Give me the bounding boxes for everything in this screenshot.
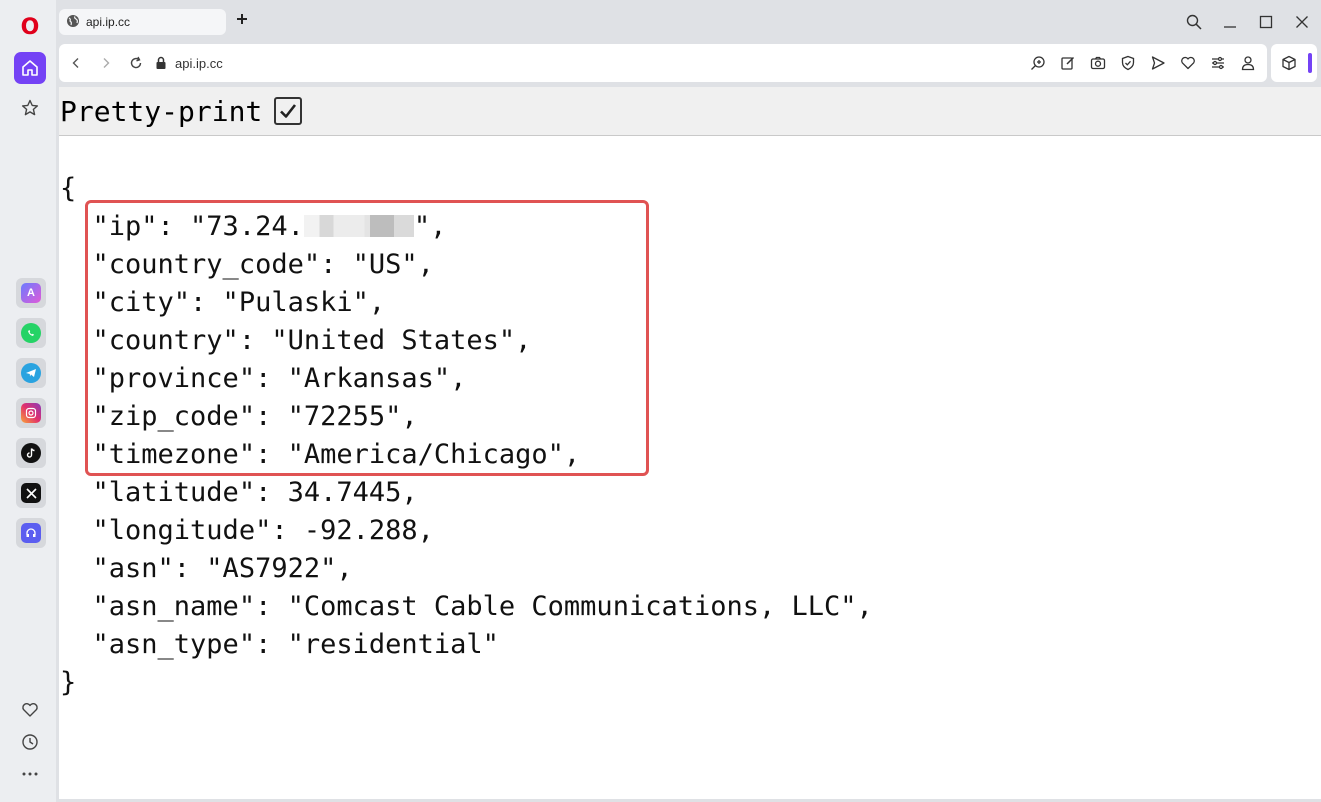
more-options-icon[interactable] bbox=[14, 758, 46, 790]
maximize-button[interactable] bbox=[1254, 10, 1278, 34]
heart-icon[interactable] bbox=[1179, 54, 1197, 72]
tab-title: api.ip.cc bbox=[86, 15, 131, 29]
edit-icon[interactable] bbox=[1059, 54, 1077, 72]
home-icon[interactable] bbox=[14, 52, 46, 84]
globe-icon bbox=[66, 14, 80, 31]
profile-icon[interactable] bbox=[1239, 54, 1257, 72]
pretty-print-bar: Pretty-print bbox=[59, 87, 1321, 136]
whatsapp-icon[interactable] bbox=[16, 318, 46, 348]
lock-icon[interactable] bbox=[151, 48, 171, 78]
sidebar: O A bbox=[0, 0, 56, 802]
pretty-print-label: Pretty-print bbox=[60, 94, 263, 128]
x-icon[interactable] bbox=[16, 478, 46, 508]
pretty-print-checkbox[interactable] bbox=[274, 97, 303, 125]
reload-button[interactable] bbox=[121, 48, 151, 78]
extensions-area bbox=[1271, 44, 1317, 82]
back-button[interactable] bbox=[61, 48, 91, 78]
close-button[interactable] bbox=[1290, 10, 1314, 34]
instagram-icon[interactable] bbox=[16, 398, 46, 428]
json-line-longitude: "longitude": -92.288, bbox=[92, 515, 434, 546]
url-field[interactable]: api.ip.cc bbox=[175, 56, 223, 71]
page-content: Pretty-print { "ip": "73.24. ", "country_… bbox=[59, 87, 1321, 799]
send-icon[interactable] bbox=[1149, 54, 1167, 72]
settings-sliders-icon[interactable] bbox=[1209, 54, 1227, 72]
opera-logo[interactable]: O bbox=[14, 11, 46, 43]
address-bar: api.ip.cc bbox=[59, 44, 1267, 82]
music-player-icon[interactable] bbox=[16, 518, 46, 548]
cube-icon[interactable] bbox=[1280, 54, 1298, 72]
aria-icon[interactable]: A bbox=[16, 278, 46, 308]
address-bar-tools bbox=[1029, 44, 1257, 82]
json-line-asn: "asn": "AS7922", bbox=[92, 553, 353, 584]
camera-icon[interactable] bbox=[1089, 54, 1107, 72]
browser-tab[interactable]: api.ip.cc bbox=[59, 9, 226, 35]
zoom-icon[interactable] bbox=[1029, 54, 1047, 72]
search-icon[interactable] bbox=[1182, 10, 1206, 34]
highlight-box bbox=[85, 200, 649, 476]
clock-icon[interactable] bbox=[14, 726, 46, 758]
telegram-icon[interactable] bbox=[16, 358, 46, 388]
minimize-button[interactable] bbox=[1218, 10, 1242, 34]
forward-button[interactable] bbox=[91, 48, 121, 78]
tiktok-icon[interactable] bbox=[16, 438, 46, 468]
shield-icon[interactable] bbox=[1119, 54, 1137, 72]
new-tab-button[interactable] bbox=[236, 12, 248, 30]
json-line-asn-type: "asn_type": "residential" bbox=[92, 629, 499, 660]
json-close-brace: } bbox=[60, 667, 77, 698]
json-line-latitude: "latitude": 34.7445, bbox=[92, 477, 418, 508]
sidebar-toggle-indicator[interactable] bbox=[1308, 53, 1312, 73]
json-line-asn-name: "asn_name": "Comcast Cable Communication… bbox=[92, 591, 873, 622]
star-icon[interactable] bbox=[14, 92, 46, 124]
heart-icon[interactable] bbox=[14, 694, 46, 726]
